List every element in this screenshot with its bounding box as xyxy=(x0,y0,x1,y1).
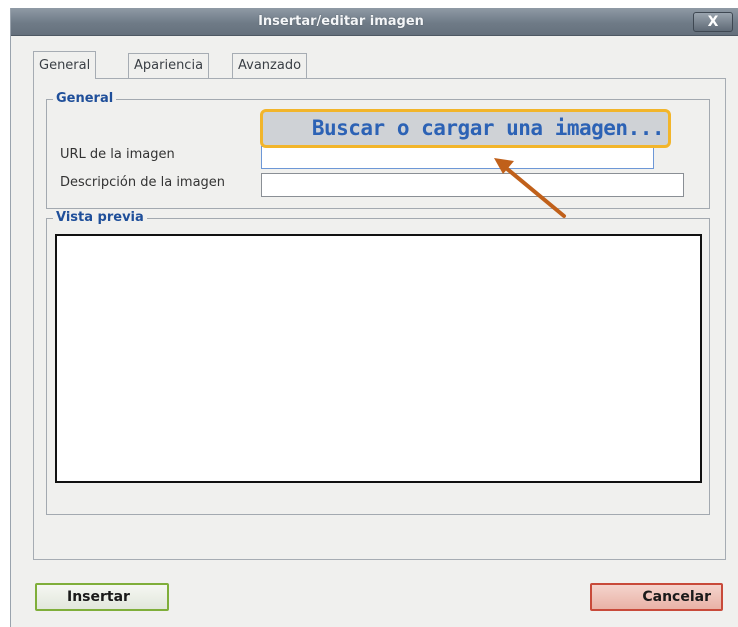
annotation-arrow-icon xyxy=(494,158,566,218)
